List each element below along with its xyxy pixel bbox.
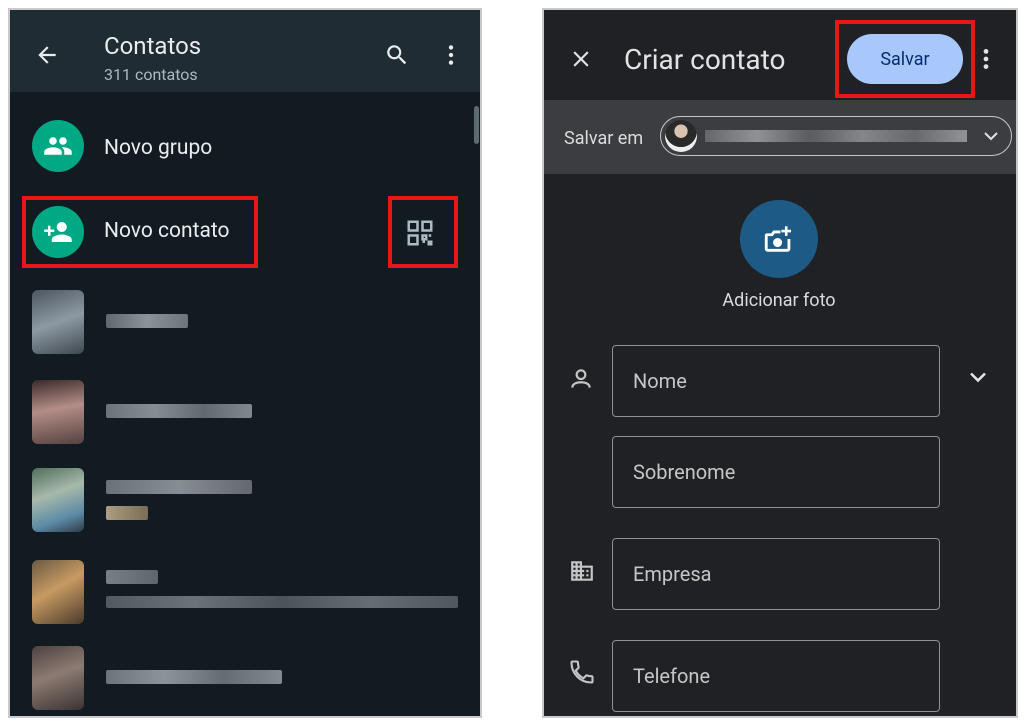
contact-name-redacted	[106, 670, 282, 684]
contact-list-item[interactable]	[10, 464, 480, 536]
contact-status-redacted	[106, 506, 148, 520]
search-icon[interactable]	[384, 42, 410, 68]
close-icon[interactable]	[568, 46, 594, 72]
save-to-label: Salvar em	[564, 128, 644, 149]
contact-avatar	[32, 290, 84, 354]
qr-code-icon	[405, 218, 435, 248]
contact-list-item[interactable]	[10, 376, 480, 448]
person-icon	[568, 366, 594, 392]
contact-count: 311 contatos	[104, 65, 198, 84]
contact-list-item[interactable]	[10, 286, 480, 358]
chevron-down-icon	[979, 124, 1003, 148]
add-photo-label: Adicionar foto	[722, 290, 836, 311]
create-contact-screen: Criar contato Salvar Salvar em Adicionar…	[542, 8, 1018, 718]
first-name-field[interactable]: Nome	[612, 345, 940, 417]
phone-field[interactable]: Telefone	[612, 640, 940, 712]
screen-title: Criar contato	[624, 43, 786, 76]
contact-avatar	[32, 380, 84, 444]
whatsapp-contacts-screen: Contatos 311 contatos Novo grupo Novo co…	[8, 8, 482, 718]
more-options-icon[interactable]	[438, 42, 464, 68]
company-field[interactable]: Empresa	[612, 538, 940, 610]
contact-status-redacted	[106, 596, 458, 608]
last-name-field[interactable]: Sobrenome	[612, 436, 940, 508]
new-contact-row[interactable]: Novo contato	[22, 196, 258, 268]
scrollbar[interactable]	[474, 106, 479, 144]
phone-icon	[568, 658, 596, 686]
add-person-icon	[32, 206, 84, 258]
contact-avatar	[32, 646, 84, 710]
new-contact-label: Novo contato	[104, 219, 230, 243]
qr-code-button[interactable]	[388, 196, 458, 268]
contact-list-item[interactable]	[10, 642, 480, 714]
add-photo-icon	[764, 226, 792, 252]
expand-name-icon[interactable]	[964, 363, 992, 391]
contact-name-redacted	[106, 314, 188, 328]
back-arrow-icon[interactable]	[34, 42, 60, 68]
contact-name-redacted	[106, 480, 252, 494]
contact-avatar	[32, 468, 84, 532]
contact-avatar	[32, 560, 84, 624]
company-icon	[568, 558, 596, 584]
save-button[interactable]: Salvar	[847, 34, 963, 84]
group-icon	[32, 120, 84, 172]
contact-name-redacted	[106, 570, 158, 584]
contact-name-redacted	[106, 404, 252, 418]
contact-list-item[interactable]	[10, 556, 480, 628]
screen-title: Contatos	[104, 32, 202, 60]
account-avatar	[665, 120, 697, 152]
add-photo-button[interactable]	[740, 200, 818, 278]
new-group-label: Novo grupo	[104, 136, 213, 160]
account-email-redacted	[705, 130, 967, 142]
more-options-icon[interactable]	[976, 46, 996, 72]
account-selector[interactable]	[660, 116, 1012, 156]
new-group-row[interactable]: Novo grupo	[10, 114, 450, 178]
